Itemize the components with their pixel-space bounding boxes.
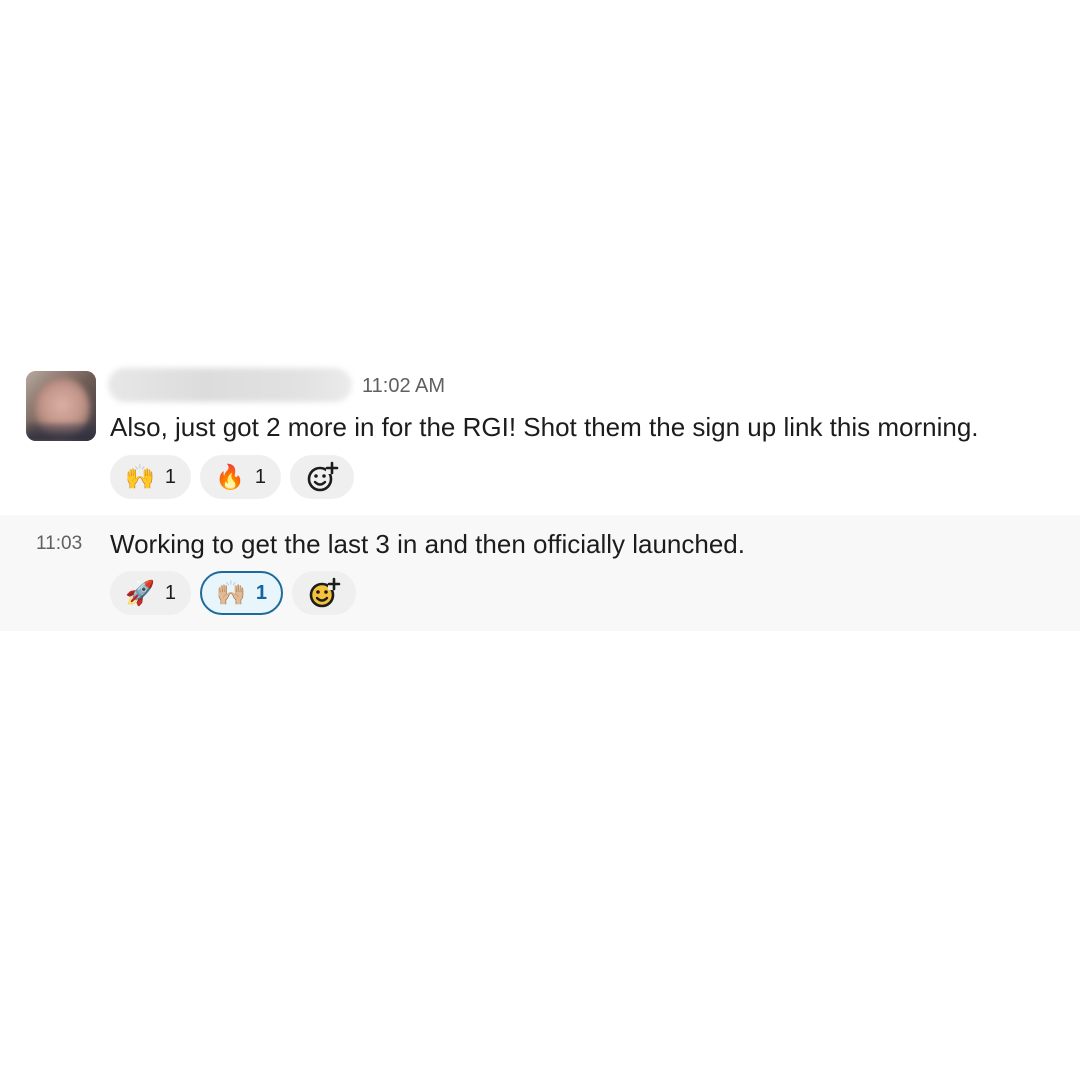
reaction-count: 1 <box>255 581 268 604</box>
add-emoji-icon <box>309 577 341 608</box>
reaction-count: 1 <box>164 465 177 488</box>
reaction-raising-hands-selected[interactable]: 🙌🏼 1 <box>200 571 284 615</box>
add-reaction-button[interactable] <box>292 571 357 615</box>
rocket-icon: 🚀 <box>125 579 155 607</box>
message-row: 11:02 AM Also, just got 2 more in for th… <box>0 360 1080 515</box>
avatar[interactable] <box>26 371 96 441</box>
reaction-rocket[interactable]: 🚀 1 <box>110 571 192 615</box>
add-reaction-button[interactable] <box>290 455 355 499</box>
raising-hands-icon: 🙌 <box>125 463 155 491</box>
reaction-fire[interactable]: 🔥 1 <box>200 455 282 499</box>
reaction-bar: 🚀 1 🙌🏼 1 <box>110 571 357 615</box>
message-text: Working to get the last 3 in and then of… <box>110 529 745 559</box>
avatar-shirt <box>26 423 96 441</box>
message-text: Also, just got 2 more in for the RGI! Sh… <box>110 412 979 442</box>
reaction-count: 1 <box>164 581 177 604</box>
reaction-raising-hands[interactable]: 🙌 1 <box>110 455 192 499</box>
fire-icon: 🔥 <box>215 463 245 491</box>
message-row-hovered: 11:03 Working to get the last 3 in and t… <box>0 515 1080 631</box>
sender-name-redacted[interactable] <box>108 368 352 402</box>
message-timestamp[interactable]: 11:02 AM <box>362 375 445 398</box>
reaction-count: 1 <box>254 465 267 488</box>
message-hover-time[interactable]: 11:03 <box>36 533 82 555</box>
add-emoji-icon <box>307 461 339 492</box>
raising-hands-light-icon: 🙌🏼 <box>216 579 246 607</box>
reaction-bar: 🙌 1 🔥 1 <box>110 455 355 499</box>
